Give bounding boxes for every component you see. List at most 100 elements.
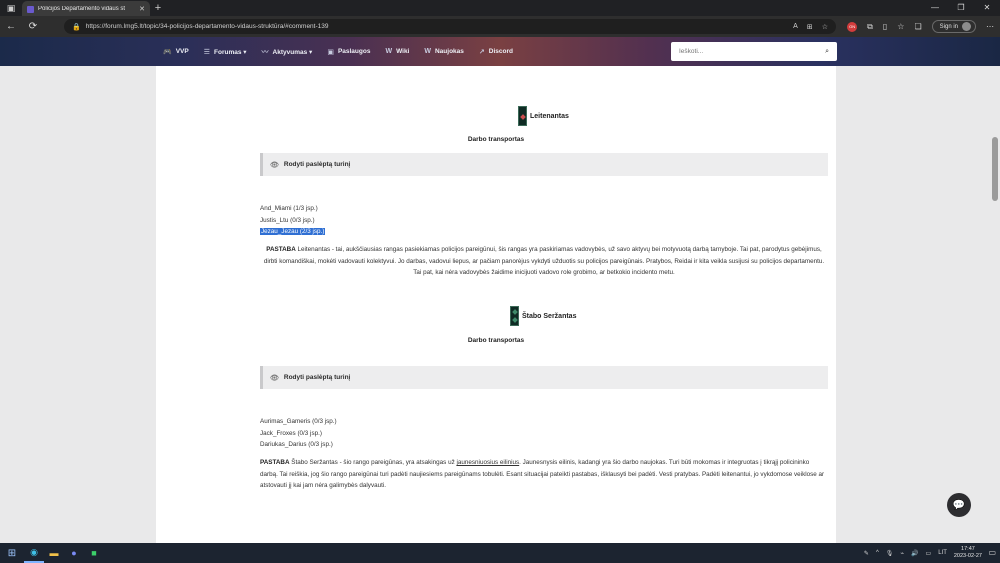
- tray-chevron-icon[interactable]: ^: [876, 550, 879, 556]
- member-item: Jezau_Jezau (2/3 jsp.): [260, 226, 326, 238]
- note-text: Štabo Seržantas - šio rango pareigūnas, …: [289, 459, 457, 466]
- nav-item-naujokas[interactable]: W Naujokas: [424, 48, 464, 55]
- back-arrow-icon[interactable]: ←: [0, 21, 22, 32]
- edge-browser-icon[interactable]: ◉: [24, 543, 44, 563]
- chat-bubble-button[interactable]: 💬: [947, 493, 971, 517]
- reload-icon[interactable]: ⟳: [22, 21, 44, 32]
- note-link[interactable]: jaunesniuosius eilinius: [456, 459, 519, 466]
- section-subtitle: Darbo transportas: [467, 337, 525, 344]
- chat-icon: 💬: [952, 499, 966, 511]
- extension-red-icon[interactable]: ON: [847, 21, 858, 32]
- eye-icon: 👁: [270, 374, 279, 382]
- rank-title: Štabo Seržantas: [522, 312, 577, 320]
- note-text: Leitenantas - tai, aukščiausias rangas p…: [263, 246, 825, 276]
- clock-time: 17:47: [961, 546, 975, 552]
- note-label: PASTABA: [260, 459, 290, 466]
- selected-text: Jezau_Jezau (2/3 jsp.): [260, 228, 326, 235]
- nav-label: Forumas ▾: [214, 48, 247, 56]
- nav-item-vvp[interactable]: 🎮 VVP: [163, 48, 189, 56]
- language-indicator[interactable]: LIT: [938, 550, 947, 556]
- nav-item-forumas[interactable]: ☰ Forumas ▾: [204, 48, 247, 56]
- member-item: Aurimas_Gameris (0/3 jsp.): [260, 418, 337, 425]
- gamepad-icon: 🎮: [163, 48, 172, 56]
- rank-insignia-icon: [518, 106, 527, 126]
- sign-in-button[interactable]: Sign in: [931, 20, 976, 33]
- app-available-icon[interactable]: ⊞: [807, 23, 813, 31]
- wiki-icon: W: [385, 48, 393, 55]
- display-icon[interactable]: ▭: [926, 550, 932, 557]
- split-screen-icon[interactable]: ▯: [883, 22, 887, 31]
- scrollbar-thumb[interactable]: [992, 137, 998, 201]
- list-icon: ☰: [203, 48, 211, 56]
- window-controls: — ❐ ✕: [922, 0, 1000, 16]
- member-list: And_Miami (1/3 jsp.) Justis_Ltu (0/3 jsp…: [260, 203, 326, 238]
- clock[interactable]: 17:47 2023-02-27: [954, 546, 982, 560]
- windows-taskbar: ⊞ ◉ ▬ ● ■ ✎ ^ 🎙 ⌁ 🔊 ▭ LIT 17:47 2023-02-…: [0, 543, 1000, 563]
- browser-toolbar: ← ⟳ 🔒 https://forum.lmg5.lt/topic/34-pol…: [0, 16, 1000, 37]
- search-input[interactable]: [679, 48, 809, 55]
- tab-title: Policijos Departamento vidaus st: [38, 6, 126, 12]
- nav-item-aktyvumas[interactable]: 〰 Aktyvumas ▾: [262, 47, 313, 57]
- browser-tab-active[interactable]: Policijos Departamento vidaus st ✕: [22, 1, 150, 17]
- spoiler-label: Rodyti paslėptą turinį: [283, 374, 351, 381]
- nav-label: Paslaugos: [337, 48, 371, 55]
- tag-icon: ▣: [327, 48, 334, 56]
- member-item: Justis_Ltu (0/3 jsp.): [260, 216, 315, 224]
- nav-label: Wiki: [396, 48, 410, 55]
- nav-item-discord[interactable]: ↗ Discord: [479, 48, 513, 56]
- file-explorer-icon[interactable]: ▬: [44, 543, 64, 563]
- nav-item-wiki[interactable]: W Wiki: [385, 48, 409, 55]
- rank-heading: Štabo Seržantas: [510, 306, 576, 326]
- spoiler-toggle[interactable]: 👁 Rodyti paslėptą turinį: [260, 366, 828, 389]
- app-icon[interactable]: ●: [64, 543, 84, 563]
- nav-item-paslaugos[interactable]: ▣ Paslaugos: [327, 48, 370, 56]
- rank-note: PASTABA Leitenantas - tai, aukščiausias …: [260, 244, 828, 279]
- eye-icon: 👁: [270, 161, 279, 169]
- profile-avatar-icon: [962, 22, 971, 31]
- member-item: Jack_Froxes (0/3 jsp.): [260, 429, 322, 437]
- extensions-puzzle-icon[interactable]: ⧉: [867, 22, 873, 32]
- member-list: Aurimas_Gameris (0/3 jsp.) Jack_Froxes (…: [260, 416, 337, 451]
- close-window-icon[interactable]: ✕: [974, 0, 1000, 16]
- favorites-icon[interactable]: ☆: [897, 22, 904, 31]
- notifications-icon[interactable]: ▭: [988, 548, 996, 557]
- collections-icon[interactable]: ❏: [914, 22, 921, 31]
- url-text: https://forum.lmg5.lt/topic/34-policijos…: [85, 23, 329, 30]
- member-item: Dariukas_Darius (0/3 jsp.): [260, 441, 333, 448]
- spoiler-label: Rodyti paslėptą turinį: [283, 161, 351, 168]
- network-icon[interactable]: ⌁: [900, 550, 904, 557]
- read-aloud-icon[interactable]: A: [793, 23, 798, 30]
- news-icon: W: [424, 48, 431, 55]
- browser-extensions: ON ⧉ ▯ ☆ ❏ Sign in ⋯: [847, 16, 994, 37]
- nav-label: Discord: [488, 48, 513, 55]
- windows-start-icon[interactable]: ⊞: [0, 548, 24, 559]
- address-bar[interactable]: 🔒 https://forum.lmg5.lt/topic/34-policij…: [64, 19, 836, 34]
- rank-insignia-icon: [510, 306, 519, 326]
- search-icon[interactable]: ⌕: [825, 48, 829, 56]
- post-content: Leitenantas Darbo transportas 👁 Rodyti p…: [156, 66, 836, 543]
- pulse-icon: 〰: [261, 48, 269, 56]
- window-menu-icon[interactable]: ▣: [0, 0, 22, 16]
- nav-label: Aktyvumas ▾: [272, 48, 313, 56]
- rank-heading: Leitenantas: [518, 106, 569, 126]
- favorite-star-icon[interactable]: ☆: [822, 23, 828, 31]
- note-label: PASTABA: [266, 246, 296, 253]
- microphone-icon[interactable]: 🎙: [886, 550, 894, 557]
- nav-label: VVP: [175, 48, 189, 55]
- spoiler-toggle[interactable]: 👁 Rodyti paslėptą turinį: [260, 153, 828, 176]
- volume-icon[interactable]: 🔊: [911, 550, 918, 557]
- close-tab-icon[interactable]: ✕: [139, 5, 145, 13]
- tray-pen-icon[interactable]: ✎: [864, 550, 869, 557]
- game-app-icon[interactable]: ■: [84, 543, 104, 563]
- minimize-icon[interactable]: —: [922, 0, 948, 16]
- more-menu-icon[interactable]: ⋯: [986, 22, 994, 31]
- maximize-icon[interactable]: ❐: [948, 0, 974, 16]
- new-tab-button[interactable]: +: [150, 2, 166, 14]
- member-item: And_Miami (1/3 jsp.): [260, 205, 318, 212]
- site-header: 🎮 VVP ☰ Forumas ▾ 〰 Aktyvumas ▾ ▣ Paslau…: [0, 37, 1000, 66]
- nav-label: Naujokas: [434, 48, 464, 55]
- sign-in-label: Sign in: [939, 23, 958, 30]
- clock-date: 2023-02-27: [953, 553, 982, 559]
- section-subtitle: Darbo transportas: [467, 136, 525, 143]
- address-bar-actions: A ⊞ ☆: [793, 19, 828, 34]
